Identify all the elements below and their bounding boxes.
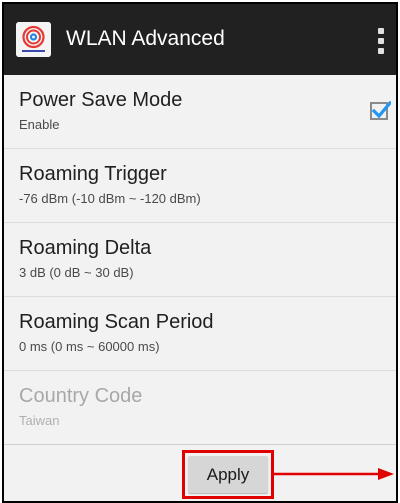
- setting-title: Roaming Scan Period: [19, 311, 214, 333]
- apply-button[interactable]: Apply: [188, 456, 268, 493]
- app-bar: WLAN Advanced: [4, 4, 396, 75]
- setting-roaming-scan-period[interactable]: Roaming Scan Period 0 ms (0 ms ~ 60000 m…: [4, 297, 396, 371]
- setting-summary: -76 dBm (-10 dBm ~ -120 dBm): [19, 191, 201, 206]
- setting-roaming-delta[interactable]: Roaming Delta 3 dB (0 dB ~ 30 dB): [4, 223, 396, 297]
- setting-title: Country Code: [19, 385, 143, 407]
- setting-roaming-trigger[interactable]: Roaming Trigger -76 dBm (-10 dBm ~ -120 …: [4, 149, 396, 223]
- callout-arrow-icon: [274, 468, 394, 480]
- settings-list: Power Save Mode Enable Roaming Trigger -…: [4, 75, 396, 445]
- setting-power-save-mode[interactable]: Power Save Mode Enable: [4, 75, 396, 149]
- setting-summary: Taiwan: [19, 413, 60, 428]
- device-screen: WLAN Advanced Power Save Mode Enable Roa…: [2, 2, 398, 503]
- setting-summary: 3 dB (0 dB ~ 30 dB): [19, 265, 134, 280]
- setting-summary: Enable: [19, 117, 60, 132]
- checkmark-icon: [370, 100, 391, 120]
- setting-title: Roaming Delta: [19, 237, 152, 259]
- wifi-advanced-app-icon: [16, 22, 51, 57]
- setting-title: Roaming Trigger: [19, 163, 167, 185]
- overflow-menu-icon[interactable]: [372, 26, 396, 56]
- app-title: WLAN Advanced: [66, 27, 225, 50]
- power-save-checkbox[interactable]: [370, 100, 391, 121]
- setting-summary: 0 ms (0 ms ~ 60000 ms): [19, 339, 160, 354]
- setting-country-code: Country Code Taiwan: [4, 371, 396, 445]
- setting-title: Power Save Mode: [19, 89, 183, 111]
